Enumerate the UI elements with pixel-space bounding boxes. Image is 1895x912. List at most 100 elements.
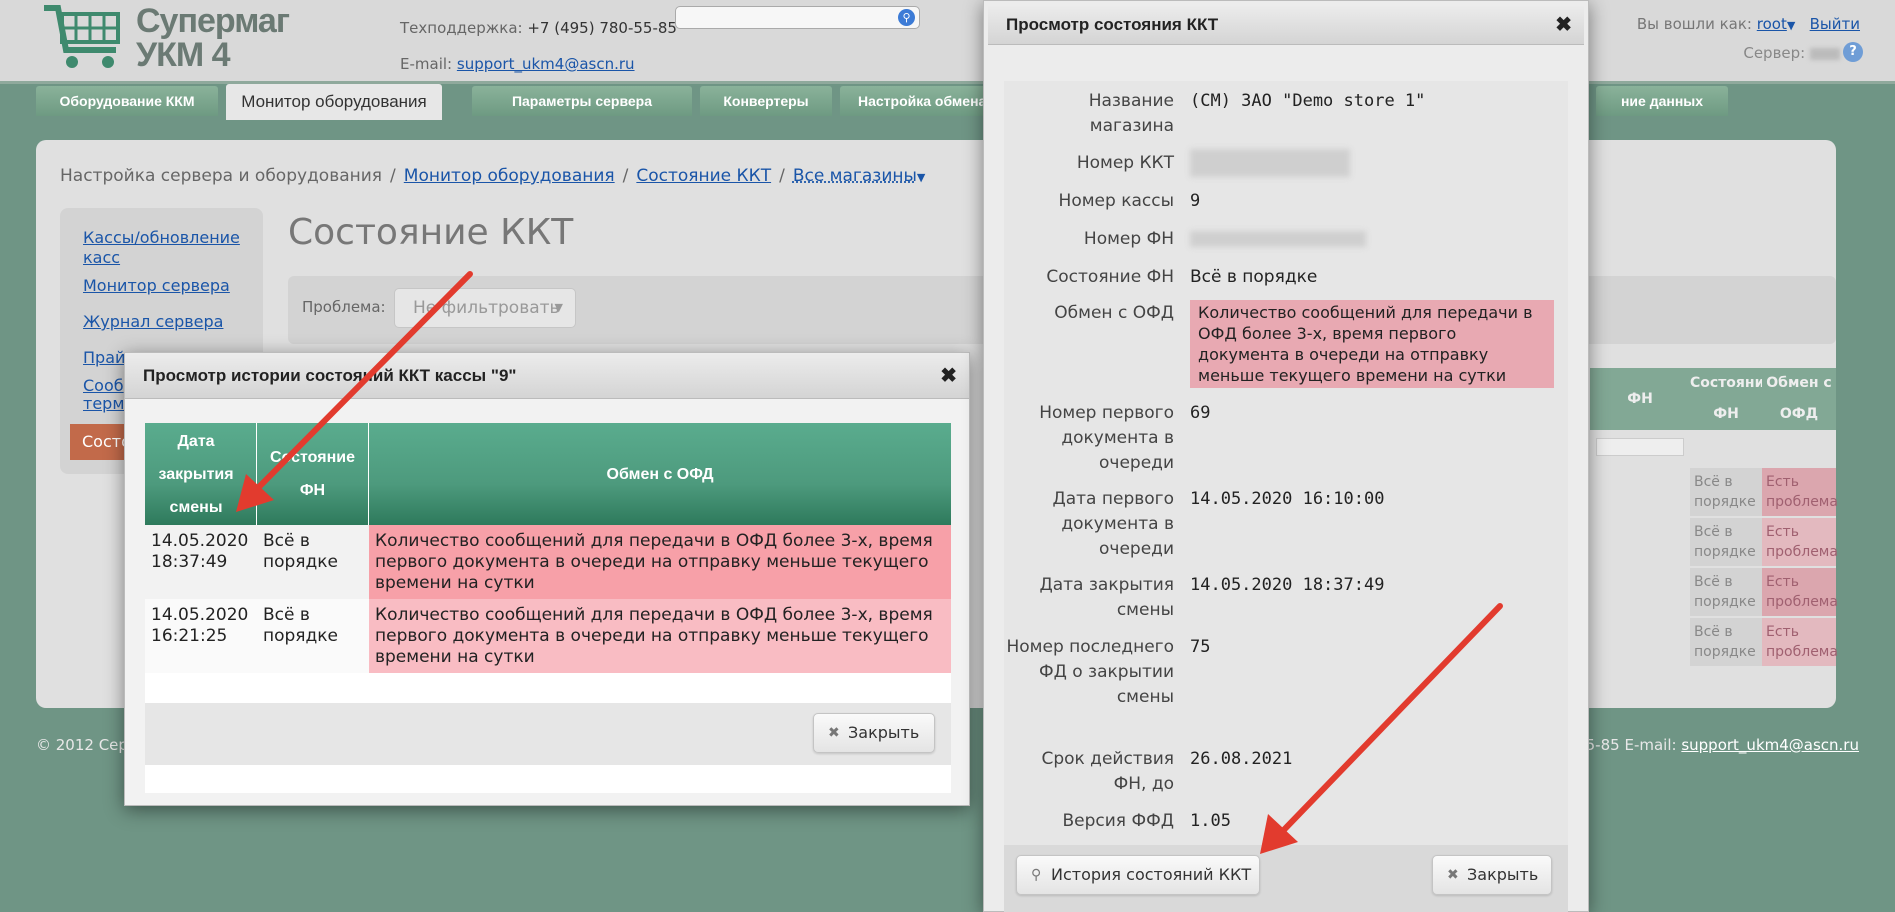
chevron-down-icon: ▼ bbox=[554, 301, 563, 314]
breadcrumb: Настройка сервера и оборудования / Монитор… bbox=[60, 166, 926, 186]
email-label: E-mail: bbox=[400, 55, 453, 73]
field-label: Версия ФФД bbox=[1062, 811, 1175, 831]
field-label: Дата закрытия смены bbox=[1039, 575, 1174, 620]
field-label: Название магазина bbox=[1088, 91, 1174, 136]
tab-monitor[interactable]: Монитор оборудования bbox=[226, 84, 442, 120]
history-dialog-footer: ✖ Закрыть bbox=[145, 703, 951, 765]
ofd-status-value: Количество сообщений для передачи в ОФД … bbox=[1190, 300, 1554, 388]
close-icon[interactable]: ✖ bbox=[940, 353, 957, 399]
field-label: Срок действия ФН, до bbox=[1041, 749, 1174, 794]
history-dialog-title: Просмотр истории состояний ККТ кассы "9"… bbox=[125, 353, 969, 399]
sort-down-icon[interactable]: ▼ bbox=[247, 484, 256, 517]
table-header-ofd: Обмен с ОФД bbox=[1762, 368, 1836, 430]
kkt-state-dialog: Просмотр состояния ККТ ✖ Название магази… bbox=[983, 0, 1589, 912]
table-row-date: 14.05.2020 16:21:25 bbox=[145, 599, 257, 673]
table-row-state: Всё в порядке bbox=[257, 599, 369, 673]
fn-state-value: Всё в порядке bbox=[1190, 267, 1318, 287]
logo-line2: УКМ 4 bbox=[136, 36, 231, 74]
fn-number-blurred bbox=[1190, 231, 1366, 247]
breadcrumb-all-shops[interactable]: Все магазины bbox=[793, 166, 917, 186]
history-table: Дата закрытия смены ▼ Состояние ФН Обмен … bbox=[145, 423, 951, 793]
kkt-details: Название магазина (СМ) ЗАО "Demo store 1… bbox=[1004, 81, 1568, 845]
table-header-fn: ФН bbox=[1590, 368, 1690, 430]
support-phone: +7 (495) 780-55-85 bbox=[527, 19, 677, 37]
search-icon: ⚲ bbox=[1031, 867, 1042, 883]
user-menu-link[interactable]: root bbox=[1757, 15, 1787, 33]
close-icon[interactable]: ✖ bbox=[1555, 5, 1572, 45]
tab-server-params[interactable]: Параметры сервера bbox=[472, 86, 692, 116]
sidebar-item-messages[interactable]: Сооб bbox=[83, 376, 124, 396]
table-cell: Есть проблема bbox=[1762, 618, 1838, 666]
kkt-dialog-footer: ⚲ История состояний ККТ ✖ Закрыть bbox=[1004, 845, 1568, 912]
server-info: Сервер: bbox=[1743, 44, 1840, 62]
first-doc-number-value: 69 bbox=[1190, 403, 1211, 423]
cart-logo-icon bbox=[44, 5, 120, 68]
table-cell: Есть проблема bbox=[1762, 468, 1838, 516]
kkt-close-button[interactable]: ✖ Закрыть bbox=[1432, 855, 1552, 895]
table-cell: Всё в порядке bbox=[1690, 518, 1762, 566]
table-cell: Есть проблема bbox=[1762, 568, 1838, 616]
logo-line1: Супермаг bbox=[136, 2, 290, 40]
sidebar-item-price[interactable]: Прай bbox=[83, 348, 125, 368]
help-icon[interactable]: ? bbox=[1843, 42, 1863, 62]
table-row-ofd: Количество сообщений для передачи в ОФД … bbox=[369, 599, 951, 673]
column-filter-input[interactable] bbox=[1596, 438, 1684, 456]
support-info: Техподдержка: +7 (495) 780-55-85 E-mail:… bbox=[400, 10, 677, 82]
field-label: Номер кассы bbox=[1058, 191, 1174, 211]
state-history-button[interactable]: ⚲ История состояний ККТ bbox=[1016, 855, 1260, 895]
filter-label: Проблема: bbox=[302, 298, 386, 316]
support-email-link[interactable]: support_ukm4@ascn.ru bbox=[457, 55, 635, 73]
chevron-down-icon[interactable]: ▼ bbox=[917, 171, 925, 184]
field-label: Номер первого документа в очереди bbox=[1039, 403, 1174, 473]
breadcrumb-kkt-state[interactable]: Состояние ККТ bbox=[636, 166, 771, 186]
search-input[interactable]: ⚲ bbox=[675, 6, 920, 29]
support-label: Техподдержка: bbox=[400, 19, 523, 37]
state-history-label: История состояний ККТ bbox=[1051, 865, 1252, 884]
chevron-down-icon[interactable]: ▼ bbox=[1787, 19, 1795, 32]
tab-equipment[interactable]: Оборудование ККМ bbox=[36, 86, 218, 116]
logo-text: Супермаг УКМ 4 bbox=[136, 2, 290, 74]
close-icon: ✖ bbox=[828, 725, 840, 741]
sidebar-item-tills[interactable]: Кассы/обновление касс bbox=[83, 228, 253, 268]
sidebar-item-server-monitor[interactable]: Монитор сервера bbox=[83, 276, 230, 296]
kkt-number-blurred bbox=[1190, 149, 1350, 177]
shop-name-value: (СМ) ЗАО "Demo store 1" bbox=[1190, 91, 1426, 111]
sidebar-item-terminals[interactable]: терм bbox=[83, 394, 124, 414]
server-label: Сервер: bbox=[1743, 44, 1806, 62]
logout-link[interactable]: Выйти bbox=[1810, 15, 1860, 33]
history-header-date-label: Дата закрытия смены bbox=[158, 432, 234, 516]
tab-converters[interactable]: Конвертеры bbox=[700, 86, 832, 116]
table-row-state: Всё в порядке bbox=[257, 525, 369, 599]
page-title: Состояние ККТ bbox=[288, 212, 574, 253]
first-doc-date-value: 14.05.2020 16:10:00 bbox=[1190, 489, 1385, 509]
logged-as-label: Вы вошли как: bbox=[1636, 15, 1752, 33]
till-number-value: 9 bbox=[1190, 191, 1201, 211]
breadcrumb-monitor[interactable]: Монитор оборудования bbox=[404, 166, 615, 186]
history-header-fn-state[interactable]: Состояние ФН bbox=[257, 423, 369, 525]
history-close-button[interactable]: ✖ Закрыть bbox=[813, 713, 935, 753]
table-cell: Всё в порядке bbox=[1690, 618, 1762, 666]
footer-email-label: E-mail: bbox=[1624, 736, 1677, 754]
logo[interactable]: Супермаг УКМ 4 bbox=[40, 0, 290, 80]
field-label: Обмен с ОФД bbox=[1054, 303, 1174, 323]
history-close-label: Закрыть bbox=[848, 723, 920, 742]
footer-contacts: 0-55-85 E-mail: support_ukm4@ascn.ru bbox=[1561, 736, 1859, 754]
app-header: Супермаг УКМ 4 Техподдержка: +7 (495) 78… bbox=[0, 0, 1895, 84]
sidebar-item-server-log[interactable]: Журнал сервера bbox=[83, 312, 223, 332]
field-label: Номер ККТ bbox=[1076, 153, 1174, 173]
history-header-date[interactable]: Дата закрытия смены ▼ bbox=[145, 423, 257, 525]
breadcrumb-root: Настройка сервера и оборудования bbox=[60, 166, 383, 186]
table-cell: Всё в порядке bbox=[1690, 568, 1762, 616]
field-label: Дата первого документа в очереди bbox=[1052, 489, 1174, 559]
tab-data[interactable]: ние данных bbox=[1596, 86, 1728, 116]
user-info: Вы вошли как: root▼ Выйти bbox=[1637, 13, 1860, 37]
search-icon[interactable]: ⚲ bbox=[898, 9, 915, 26]
kkt-dialog-title: Просмотр состояния ККТ ✖ bbox=[988, 5, 1584, 45]
ffd-version-value: 1.05 bbox=[1190, 811, 1231, 831]
history-header-ofd[interactable]: Обмен с ОФД bbox=[369, 423, 951, 525]
history-dialog: Просмотр истории состояний ККТ кассы "9"… bbox=[124, 352, 970, 806]
footer-copyright: © 2012 Серв bbox=[36, 736, 137, 754]
footer-email-link[interactable]: support_ukm4@ascn.ru bbox=[1681, 736, 1859, 754]
problem-filter-select[interactable]: Не фильтровать ▼ bbox=[394, 288, 576, 328]
last-fd-number-value: 75 bbox=[1190, 637, 1211, 657]
